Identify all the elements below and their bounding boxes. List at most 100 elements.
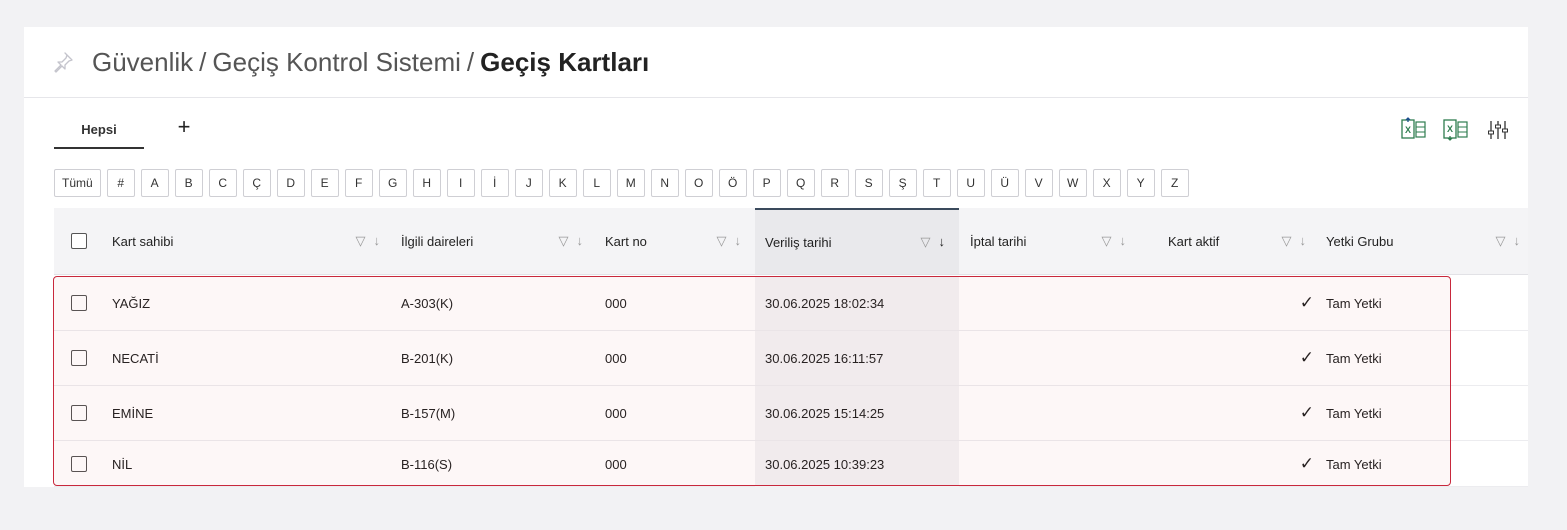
column-header-issue-date[interactable]: Veriliş tarihi ▽ ↓: [755, 208, 959, 274]
table-row[interactable]: NECATİ B-201(K) 000 30.06.2025 16:11:57 …: [54, 331, 1528, 386]
letter-filter-button[interactable]: N: [650, 169, 679, 197]
column-label: İptal tarihi: [970, 233, 1027, 249]
page-title: Geçiş Kartları: [480, 47, 650, 77]
column-label: İlgili daireleri: [401, 233, 474, 249]
letter-filter-button[interactable]: E: [310, 169, 339, 197]
cell-card-owner: EMİNE: [112, 405, 154, 421]
letter-filter-button[interactable]: L: [582, 169, 611, 197]
letter-filter-button[interactable]: İ: [480, 169, 509, 197]
letter-filter-button[interactable]: V: [1024, 169, 1053, 197]
checkmark-icon: ✓: [1299, 348, 1314, 367]
letter-filter-button[interactable]: C: [208, 169, 237, 197]
table-row[interactable]: EMİNE B-157(M) 000 30.06.2025 15:14:25 ✓…: [54, 386, 1528, 441]
checkmark-icon: ✓: [1299, 293, 1314, 312]
column-header-cancel-date[interactable]: İptal tarihi ▽ ↓: [970, 208, 1140, 274]
filter-icon[interactable]: ▽: [356, 233, 366, 249]
column-header-units[interactable]: İlgili daireleri ▽ ↓: [401, 208, 597, 274]
letter-filter-button[interactable]: M: [616, 169, 645, 197]
tab-all[interactable]: Hepsi: [54, 111, 144, 149]
cell-units: A-303(K): [401, 295, 454, 311]
cell-units: B-157(M): [401, 405, 456, 421]
select-all-checkbox[interactable]: [71, 233, 87, 249]
column-header-auth-group[interactable]: Yetki Grubu ▽ ↓: [1326, 208, 1528, 274]
letter-filter-button[interactable]: Y: [1126, 169, 1155, 197]
sort-arrow-icon[interactable]: ↓: [1120, 233, 1127, 249]
cell-card-active: ✓: [1168, 441, 1314, 487]
row-checkbox[interactable]: [71, 295, 87, 311]
letter-filter-button[interactable]: Ş: [888, 169, 917, 197]
cell-cancel-date: [970, 386, 1140, 440]
sort-arrow-icon[interactable]: ↓: [577, 233, 584, 249]
excel-import-icon[interactable]: X: [1400, 117, 1428, 143]
breadcrumb-item-access-control[interactable]: Geçiş Kontrol Sistemi: [212, 47, 461, 77]
svg-text:X: X: [1405, 125, 1411, 135]
add-tab-button[interactable]: +: [172, 115, 196, 139]
column-settings-icon[interactable]: [1484, 117, 1512, 143]
column-header-card-no[interactable]: Kart no ▽ ↓: [605, 208, 755, 274]
filter-icon[interactable]: ▽: [717, 233, 727, 249]
letter-filter-button[interactable]: B: [174, 169, 203, 197]
letter-filter-button[interactable]: J: [514, 169, 543, 197]
toolbar-icons: X X: [1400, 117, 1512, 143]
letter-filter-button[interactable]: #: [106, 169, 135, 197]
sort-arrow-icon[interactable]: ↓: [735, 233, 742, 249]
filter-icon[interactable]: ▽: [1496, 233, 1506, 249]
cell-cancel-date: [970, 441, 1140, 487]
sort-arrow-icon[interactable]: ↓: [1300, 233, 1307, 249]
column-header-card-owner[interactable]: Kart sahibi ▽ ↓: [112, 208, 394, 274]
sort-arrow-icon[interactable]: ↓: [1514, 233, 1521, 249]
cell-card-owner: NİL: [112, 456, 133, 472]
breadcrumb-item-security[interactable]: Güvenlik: [92, 47, 193, 77]
letter-filter-button[interactable]: T: [922, 169, 951, 197]
table-row[interactable]: YAĞIZ A-303(K) 000 30.06.2025 18:02:34 ✓…: [54, 276, 1528, 331]
header-select-all: [54, 208, 104, 274]
cell-auth-group: Tam Yetki: [1326, 295, 1382, 311]
breadcrumb-separator: /: [466, 47, 475, 77]
letter-filter-button[interactable]: Ü: [990, 169, 1019, 197]
sort-arrow-icon[interactable]: ↓: [374, 233, 381, 249]
letter-filter-button[interactable]: Q: [786, 169, 815, 197]
row-checkbox[interactable]: [71, 350, 87, 366]
cell-card-no: 000: [605, 350, 627, 366]
pin-icon[interactable]: [52, 51, 74, 73]
letter-filter-button[interactable]: Ç: [242, 169, 271, 197]
breadcrumb-separator: /: [199, 47, 207, 77]
letter-filter-all[interactable]: Tümü: [54, 169, 101, 197]
column-header-card-active[interactable]: Kart aktif ▽ ↓: [1168, 208, 1320, 274]
cell-units: B-116(S): [401, 456, 453, 472]
cell-auth-group: Tam Yetki: [1326, 405, 1382, 421]
letter-filter-button[interactable]: O: [684, 169, 713, 197]
letter-filter-button[interactable]: F: [344, 169, 373, 197]
column-label: Kart aktif: [1168, 233, 1220, 249]
letter-filter-button[interactable]: W: [1058, 169, 1087, 197]
filter-icon[interactable]: ▽: [1102, 233, 1112, 249]
cell-card-no: 000: [605, 456, 627, 472]
filter-icon[interactable]: ▽: [559, 233, 569, 249]
cell-auth-group: Tam Yetki: [1326, 350, 1382, 366]
excel-export-icon[interactable]: X: [1442, 117, 1470, 143]
letter-filter-button[interactable]: I: [446, 169, 475, 197]
breadcrumb: Güvenlik / Geçiş Kontrol Sistemi / Geçiş Kar…: [92, 45, 649, 79]
sort-arrow-icon[interactable]: ↓: [939, 234, 946, 250]
letter-filter-button[interactable]: H: [412, 169, 441, 197]
letter-filter-button[interactable]: R: [820, 169, 849, 197]
letter-filter-button[interactable]: D: [276, 169, 305, 197]
row-checkbox[interactable]: [71, 456, 87, 472]
letter-filter-button[interactable]: X: [1092, 169, 1121, 197]
letter-filter-button[interactable]: K: [548, 169, 577, 197]
letter-filter-button[interactable]: U: [956, 169, 985, 197]
cell-cancel-date: [970, 276, 1140, 330]
cell-card-owner: YAĞIZ: [112, 295, 151, 311]
cell-card-no: 000: [605, 295, 627, 311]
letter-filter-button[interactable]: Ö: [718, 169, 747, 197]
page-header: Güvenlik / Geçiş Kontrol Sistemi / Geçiş Kar…: [24, 27, 1528, 98]
letter-filter-button[interactable]: Z: [1160, 169, 1189, 197]
letter-filter-button[interactable]: P: [752, 169, 781, 197]
letter-filter-button[interactable]: A: [140, 169, 169, 197]
row-checkbox[interactable]: [71, 405, 87, 421]
letter-filter-button[interactable]: S: [854, 169, 883, 197]
letter-filter-button[interactable]: G: [378, 169, 407, 197]
filter-icon[interactable]: ▽: [921, 234, 931, 250]
table-row[interactable]: NİL B-116(S) 000 30.06.2025 10:39:23 ✓ T…: [54, 441, 1528, 487]
filter-icon[interactable]: ▽: [1282, 233, 1292, 249]
